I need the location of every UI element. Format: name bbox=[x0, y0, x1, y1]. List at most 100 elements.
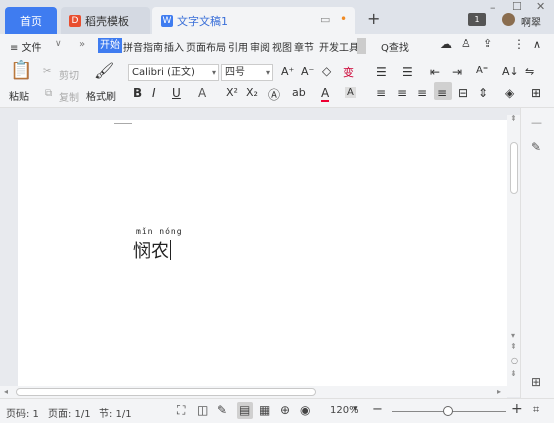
distributed-icon[interactable]: ⊟ bbox=[458, 86, 468, 100]
layout-badge-icon[interactable]: 1 bbox=[468, 13, 486, 26]
font-color-button[interactable]: A bbox=[321, 86, 330, 102]
cut-label[interactable]: 剪切 bbox=[59, 67, 79, 82]
status-page-number[interactable]: 页码: 1 bbox=[6, 405, 39, 420]
zoom-in-button[interactable]: + bbox=[511, 401, 523, 417]
prev-page-icon[interactable]: ⇞ bbox=[510, 342, 517, 351]
outline-view-icon[interactable]: ▦ bbox=[259, 403, 270, 417]
copy-label[interactable]: 复制 bbox=[59, 89, 79, 104]
search-button[interactable]: Q查找 bbox=[381, 39, 409, 54]
margin-mark bbox=[114, 120, 132, 124]
tab-developer[interactable]: 开发工具 bbox=[319, 39, 357, 54]
vertical-scroll-thumb[interactable] bbox=[510, 142, 518, 194]
select-browse-icon[interactable]: ○ bbox=[511, 356, 518, 365]
more-options-icon[interactable]: ⋮ bbox=[513, 37, 525, 51]
clear-format-icon[interactable]: ◇ bbox=[322, 64, 331, 78]
tab-page-layout[interactable]: 页面布局 bbox=[186, 39, 226, 54]
web-view-icon[interactable]: ⊕ bbox=[280, 403, 290, 417]
copy-icon[interactable]: ⧉ bbox=[45, 88, 52, 99]
page-view-icon[interactable]: ▤ bbox=[239, 403, 250, 417]
collapse-ribbon-icon[interactable]: ∧ bbox=[533, 38, 541, 51]
cloud-icon[interactable]: ☁ bbox=[440, 37, 452, 51]
tab-document[interactable]: W 文字文稿1 ▭ • bbox=[152, 7, 355, 34]
close-button[interactable]: ✕ bbox=[536, 0, 545, 13]
sort-icon[interactable]: A↓ bbox=[502, 65, 519, 78]
avatar[interactable] bbox=[502, 13, 515, 26]
new-tab-button[interactable]: + bbox=[367, 9, 380, 28]
decrease-indent-icon[interactable]: ⇤ bbox=[430, 65, 440, 79]
grow-font-button[interactable]: A⁺ bbox=[281, 65, 294, 78]
document-page[interactable] bbox=[18, 120, 507, 396]
highlight-icon[interactable]: ab bbox=[292, 86, 306, 99]
document-text[interactable]: 悯农 bbox=[133, 237, 171, 263]
shading-icon[interactable]: ◈ bbox=[505, 86, 514, 100]
reading-mode-icon[interactable]: ◫ bbox=[197, 403, 208, 417]
pen-icon[interactable]: ✎ bbox=[531, 140, 541, 154]
file-menu[interactable]: ≡ 文件 bbox=[10, 39, 42, 54]
paste-icon[interactable]: 📋 bbox=[10, 60, 32, 81]
align-right-icon[interactable]: ≡ bbox=[417, 86, 427, 100]
status-pages[interactable]: 页面: 1/1 bbox=[48, 405, 91, 420]
minimize-button[interactable]: – bbox=[490, 1, 496, 14]
tab-review[interactable]: 审阅 bbox=[250, 39, 270, 54]
superscript-button[interactable]: X² bbox=[226, 86, 238, 99]
italic-button[interactable]: I bbox=[152, 86, 156, 100]
strikethrough-button[interactable]: A bbox=[198, 86, 206, 100]
scroll-right-icon[interactable]: ▸ bbox=[497, 387, 501, 396]
tab-references[interactable]: 引用 bbox=[228, 39, 248, 54]
font-size-value: 四号 bbox=[225, 67, 245, 78]
paste-label[interactable]: 粘贴 bbox=[9, 88, 29, 103]
tab-template[interactable]: D 稻壳模板 bbox=[61, 7, 150, 34]
scroll-down-icon[interactable]: ▾ bbox=[511, 331, 515, 340]
user-name[interactable]: 啊翠 bbox=[521, 14, 541, 29]
format-painter-icon[interactable]: 🖌 bbox=[94, 61, 114, 80]
chevron-down-icon[interactable]: ∨ bbox=[55, 39, 62, 49]
align-left-icon[interactable]: ≡ bbox=[376, 86, 386, 100]
screen-icon[interactable]: ▭ bbox=[320, 13, 330, 26]
horizontal-scroll-thumb[interactable] bbox=[16, 388, 316, 396]
pen-mode-icon[interactable]: ✎ bbox=[217, 403, 227, 417]
chinese-layout-icon[interactable]: A⁼ bbox=[476, 65, 488, 76]
status-section[interactable]: 节: 1/1 bbox=[99, 405, 132, 420]
text-effect-icon[interactable]: Ⓐ bbox=[268, 86, 280, 103]
next-page-icon[interactable]: ⇟ bbox=[510, 369, 517, 378]
subscript-button[interactable]: X₂ bbox=[246, 86, 258, 99]
tab-start[interactable]: 开始 bbox=[98, 38, 122, 53]
numbering-icon[interactable]: ☰ bbox=[402, 65, 413, 79]
tab-pinyin-guide[interactable]: 拼音指南 bbox=[123, 39, 163, 54]
tab-chapter[interactable]: 章节 bbox=[294, 39, 314, 54]
tab-view[interactable]: 视图 bbox=[272, 39, 292, 54]
phonetic-icon[interactable]: 变 bbox=[343, 64, 354, 80]
share-icon[interactable]: ⇪ bbox=[483, 37, 492, 50]
zoom-out-button[interactable]: − bbox=[372, 402, 383, 417]
fit-page-icon[interactable]: ⌗ bbox=[533, 403, 539, 417]
align-center-icon[interactable]: ≡ bbox=[397, 86, 407, 100]
char-shading-icon[interactable]: A bbox=[345, 87, 356, 98]
page-up-icon[interactable]: ⇞ bbox=[510, 114, 517, 123]
panel-menu-icon[interactable]: — bbox=[531, 116, 542, 129]
scroll-left-icon[interactable]: ◂ bbox=[4, 387, 8, 396]
more-icon[interactable]: » bbox=[79, 39, 85, 50]
show-marks-icon[interactable]: ⇋ bbox=[525, 65, 534, 78]
maximize-button[interactable]: ☐ bbox=[512, 0, 522, 13]
menu-scroll-handle[interactable] bbox=[357, 38, 366, 54]
collaborate-icon[interactable]: ♙ bbox=[461, 37, 471, 50]
bold-button[interactable]: B bbox=[133, 86, 142, 100]
format-painter-label[interactable]: 格式刷 bbox=[86, 88, 116, 103]
font-size-select[interactable]: 四号 ▾ bbox=[221, 64, 273, 81]
eye-protection-icon[interactable]: ◉ bbox=[300, 403, 310, 417]
fullscreen-icon[interactable]: ⛶ bbox=[177, 403, 185, 418]
apps-grid-icon[interactable]: ⊞ bbox=[531, 375, 541, 389]
borders-icon[interactable]: ⊞ bbox=[531, 86, 541, 100]
justify-icon[interactable]: ≡ bbox=[437, 86, 447, 100]
bullets-icon[interactable]: ☰ bbox=[376, 65, 387, 79]
underline-button[interactable]: U bbox=[172, 86, 181, 100]
increase-indent-icon[interactable]: ⇥ bbox=[452, 65, 462, 79]
font-family-select[interactable]: Calibri (正文) ▾ bbox=[128, 64, 219, 81]
shrink-font-button[interactable]: A⁻ bbox=[301, 65, 314, 78]
tab-insert[interactable]: 插入 bbox=[164, 39, 184, 54]
scissors-icon[interactable]: ✂ bbox=[43, 66, 51, 77]
zoom-slider-handle[interactable] bbox=[443, 406, 453, 416]
tab-home[interactable]: 首页 bbox=[5, 7, 57, 34]
line-spacing-icon[interactable]: ⇕ bbox=[478, 86, 488, 100]
chevron-down-icon[interactable]: ▾ bbox=[353, 404, 358, 414]
